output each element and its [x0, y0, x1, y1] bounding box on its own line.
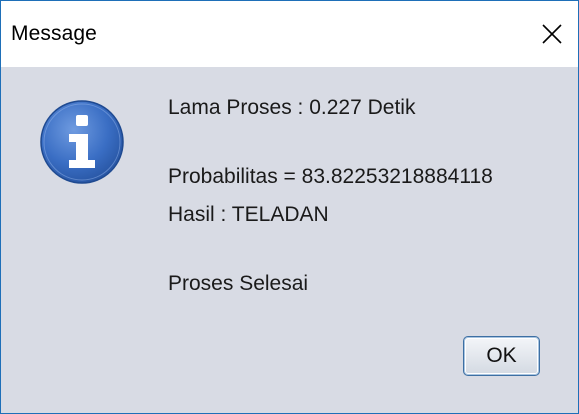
ok-button[interactable]: OK — [463, 336, 540, 376]
message-line-result: Hasil : TELADAN — [168, 203, 329, 226]
dialog-title: Message — [11, 22, 97, 45]
title-bar[interactable]: Message — [1, 1, 578, 67]
message-dialog: Message Lama Proses : 0.227 Detik Probab… — [0, 0, 579, 414]
message-line-probability: Probabilitas = 83.82253218884118 — [168, 165, 493, 188]
close-button[interactable] — [526, 1, 578, 67]
info-icon — [40, 100, 124, 184]
message-line-status: Proses Selesai — [168, 272, 309, 295]
close-icon — [542, 24, 562, 44]
message-line-duration: Lama Proses : 0.227 Detik — [168, 96, 416, 119]
